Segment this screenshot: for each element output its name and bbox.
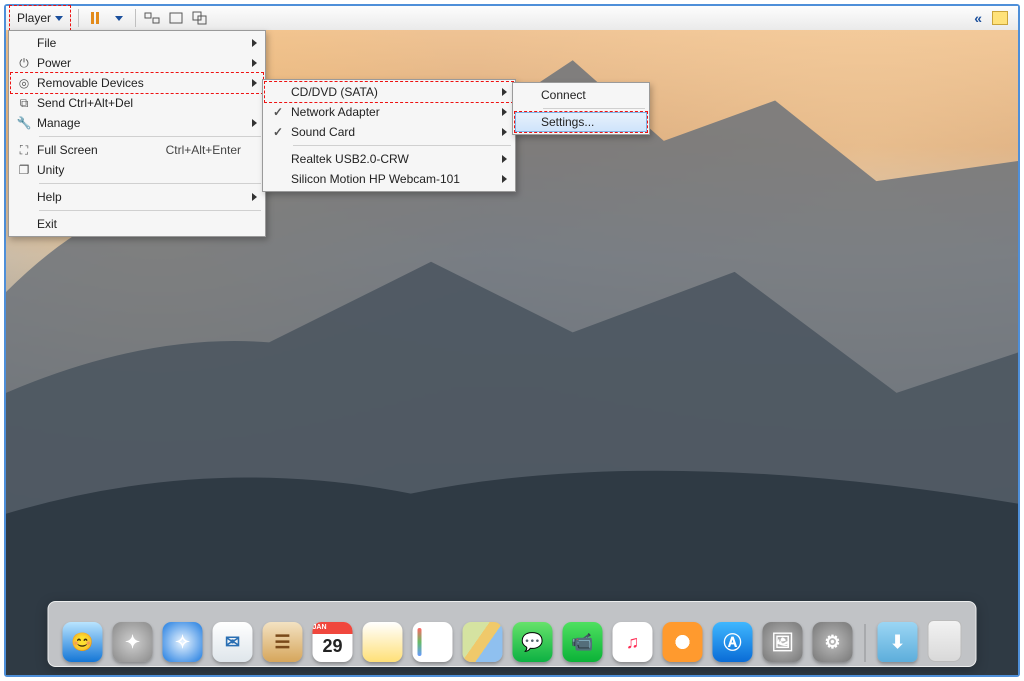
- menu-item-send-cad[interactable]: ⧉Send Ctrl+Alt+Del: [11, 93, 263, 113]
- menu-separator: [39, 183, 261, 184]
- submenu-item-realtek[interactable]: Realtek USB2.0-CRW: [265, 149, 513, 169]
- toolbar-separator: [135, 9, 136, 27]
- dock-app-mail[interactable]: ✉: [213, 622, 253, 662]
- menu-item-file[interactable]: File: [11, 33, 263, 53]
- menu-item-removable-devices[interactable]: ◎Removable Devices: [11, 73, 263, 93]
- wrench-icon: 🔧: [11, 116, 37, 130]
- dock-app-safari[interactable]: ✧: [163, 622, 203, 662]
- power-icon: ⏻: [11, 56, 37, 71]
- submenu-arrow-icon: [502, 128, 507, 136]
- dock-separator: [865, 624, 866, 662]
- menu-separator: [293, 145, 511, 146]
- submenu-cddvd: Connect Settings...: [512, 82, 650, 135]
- submenu-item-sound-card[interactable]: ✓Sound Card: [265, 122, 513, 142]
- submenu-arrow-icon: [252, 59, 257, 67]
- vmware-player-window: Player « 😊 ✦ ✧: [4, 4, 1020, 677]
- dock-app-facetime[interactable]: 📹: [563, 622, 603, 662]
- power-dropdown-button[interactable]: [111, 10, 127, 26]
- menu-item-power[interactable]: ⏻Power: [11, 53, 263, 73]
- player-menu-label: Player: [17, 11, 51, 25]
- macos-dock: 😊 ✦ ✧ ✉ ☰ JAN 29 💬 📹 Ⓐ 🖼 ⚙ ⬇: [48, 601, 977, 667]
- calendar-day: 29: [322, 636, 342, 657]
- menu-separator: [39, 210, 261, 211]
- submenu-arrow-icon: [502, 175, 507, 183]
- submenu-arrow-icon: [502, 155, 507, 163]
- notes-button[interactable]: [992, 11, 1008, 25]
- dock-app-downloads[interactable]: ⬇: [878, 622, 918, 662]
- submenu-item-network-adapter[interactable]: ✓Network Adapter: [265, 102, 513, 122]
- unity-icon: ❐: [11, 163, 37, 177]
- unity-button[interactable]: [192, 10, 208, 26]
- submenu-removable-devices: CD/DVD (SATA) ✓Network Adapter ✓Sound Ca…: [262, 79, 516, 192]
- menu-item-unity[interactable]: ❐Unity: [11, 160, 263, 180]
- dock-trash[interactable]: [928, 620, 962, 662]
- dock-app-preview[interactable]: 🖼: [763, 622, 803, 662]
- dock-app-contacts[interactable]: ☰: [263, 622, 303, 662]
- collapse-toolbar-button[interactable]: «: [974, 10, 982, 26]
- dock-app-maps[interactable]: [463, 622, 503, 662]
- player-menu: File ⏻Power ◎Removable Devices ⧉Send Ctr…: [8, 30, 266, 237]
- check-icon: ✓: [265, 125, 291, 139]
- menu-shortcut: Ctrl+Alt+Enter: [136, 143, 241, 157]
- submenu-item-cddvd[interactable]: CD/DVD (SATA): [265, 82, 513, 102]
- dock-app-system-preferences[interactable]: ⚙: [813, 622, 853, 662]
- menu-separator: [39, 136, 261, 137]
- menu-item-manage[interactable]: 🔧Manage: [11, 113, 263, 133]
- disc-icon: ◎: [11, 76, 37, 90]
- submenu-item-connect[interactable]: Connect: [515, 85, 647, 105]
- dock-app-notes[interactable]: [363, 622, 403, 662]
- check-icon: ✓: [265, 105, 291, 119]
- dock-app-itunes[interactable]: [613, 622, 653, 662]
- menu-item-help[interactable]: Help: [11, 187, 263, 207]
- menu-separator: [543, 108, 645, 109]
- submenu-arrow-icon: [502, 108, 507, 116]
- dock-app-appstore[interactable]: Ⓐ: [713, 622, 753, 662]
- fullscreen-icon: ⛶: [11, 143, 37, 158]
- player-menu-button[interactable]: Player: [10, 6, 70, 30]
- dock-app-calendar[interactable]: JAN 29: [313, 622, 353, 662]
- submenu-arrow-icon: [252, 39, 257, 47]
- menu-item-exit[interactable]: Exit: [11, 214, 263, 234]
- fullscreen-button[interactable]: [168, 10, 184, 26]
- calendar-month: JAN: [313, 622, 353, 634]
- dock-app-reminders[interactable]: [413, 622, 453, 662]
- submenu-arrow-icon: [502, 88, 507, 96]
- send-cad-button[interactable]: [144, 10, 160, 26]
- dock-app-finder[interactable]: 😊: [63, 622, 103, 662]
- toolbar: Player «: [6, 6, 1018, 31]
- submenu-arrow-icon: [252, 119, 257, 127]
- submenu-arrow-icon: [252, 79, 257, 87]
- dropdown-arrow-icon: [55, 16, 63, 21]
- toolbar-separator: [78, 9, 79, 27]
- pause-button[interactable]: [87, 10, 103, 26]
- submenu-item-webcam[interactable]: Silicon Motion HP Webcam-101: [265, 169, 513, 189]
- dock-app-ibooks[interactable]: [663, 622, 703, 662]
- submenu-arrow-icon: [252, 193, 257, 201]
- menu-item-fullscreen[interactable]: ⛶Full ScreenCtrl+Alt+Enter: [11, 140, 263, 160]
- submenu-item-settings[interactable]: Settings...: [515, 112, 647, 132]
- dock-app-launchpad[interactable]: ✦: [113, 622, 153, 662]
- dock-app-messages[interactable]: 💬: [513, 622, 553, 662]
- cad-icon: ⧉: [11, 96, 37, 111]
